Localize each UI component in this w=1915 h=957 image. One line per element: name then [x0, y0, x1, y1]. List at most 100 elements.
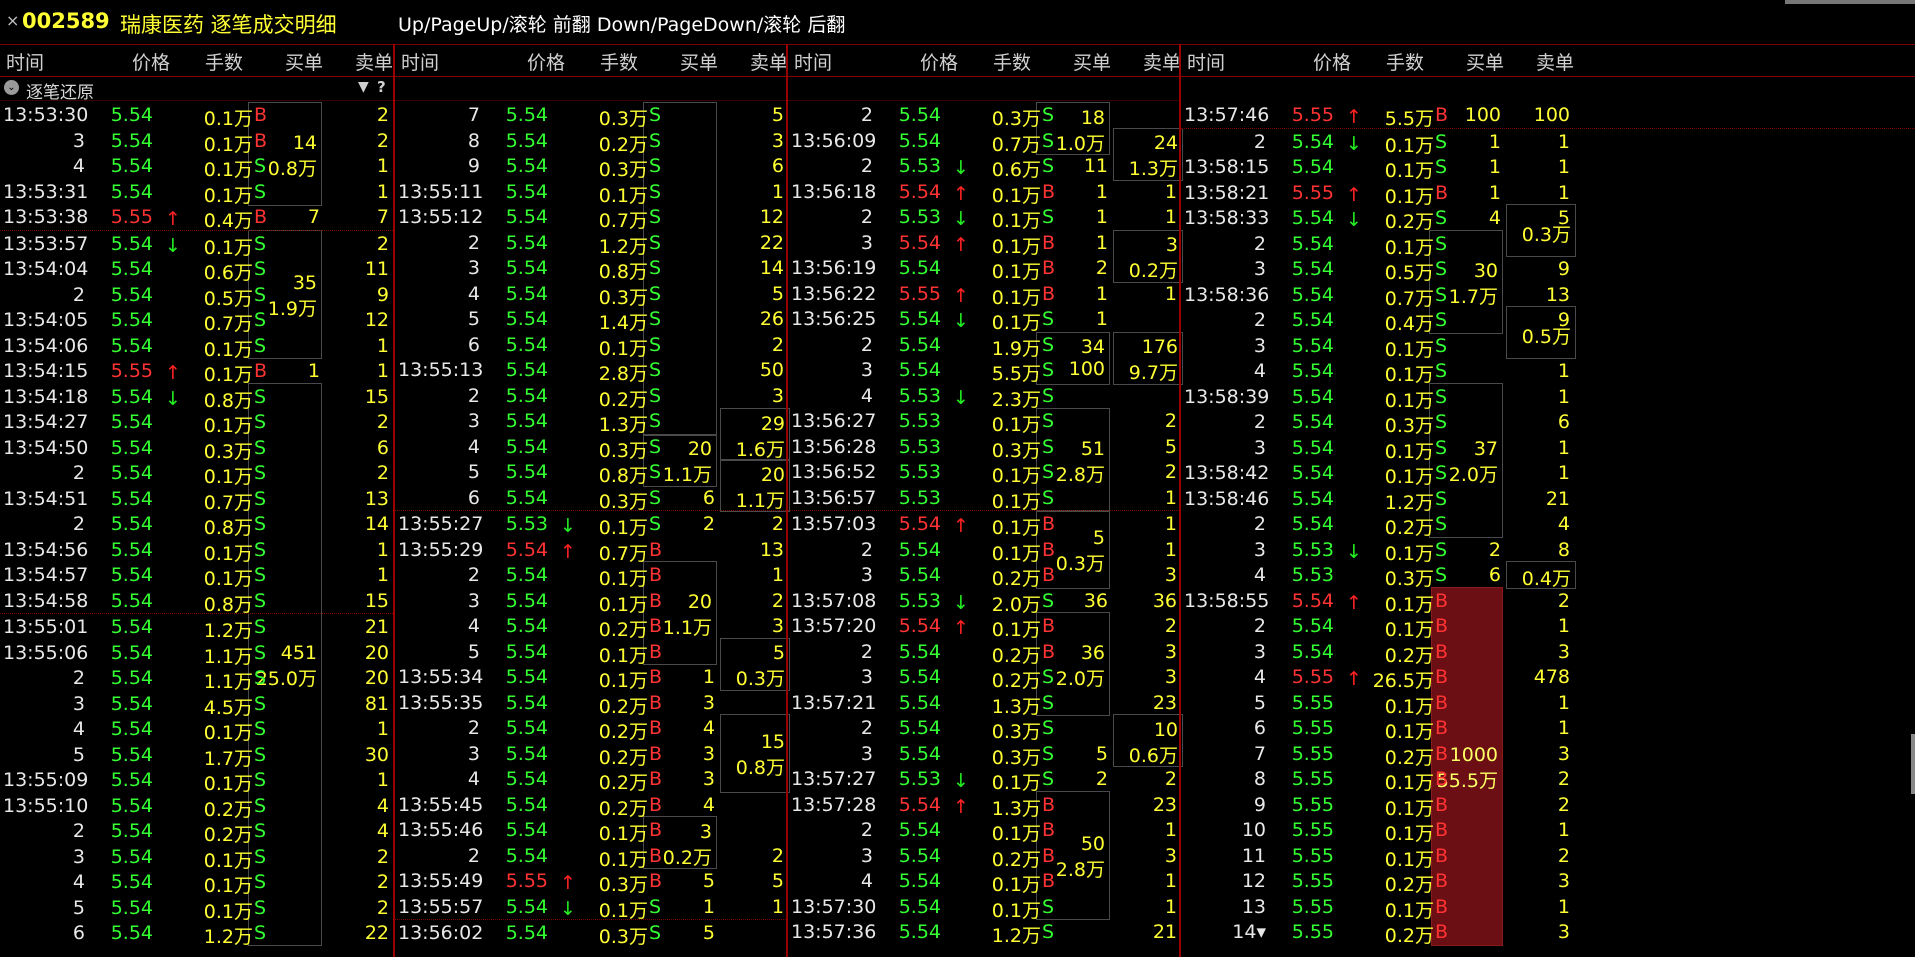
table-row[interactable]: 13:55:49 5.55 ↑ 0.3万 B 5 5: [395, 868, 788, 896]
table-row[interactable]: 4 5.54 0.1万 S 2: [0, 869, 393, 897]
table-row[interactable]: 3 5.54 0.1万 S: [1181, 333, 1915, 361]
table-row[interactable]: 13:58:15 5.54 0.1万 S 1 1: [1181, 154, 1915, 182]
table-row[interactable]: 10 5.55 0.1万 B 1: [1181, 817, 1915, 845]
table-row[interactable]: 2 5.54 0.2万 S 3: [395, 383, 788, 411]
table-row[interactable]: 13:55:35 5.54 0.2万 B 3: [395, 690, 788, 718]
table-row[interactable]: 13:54:56 5.54 0.1万 S 1: [0, 537, 393, 565]
table-row[interactable]: 2 5.54 0.1万 S 2: [0, 460, 393, 488]
table-row[interactable]: 13:54:58 5.54 0.8万 S 15: [0, 588, 393, 616]
table-row[interactable]: 4 5.54 0.1万 S 1: [1181, 358, 1915, 386]
table-row[interactable]: 13:56:09 5.54 0.7万 S: [788, 128, 1181, 156]
close-icon[interactable]: ×: [6, 11, 19, 30]
column-header-buy-order[interactable]: 买单: [285, 48, 323, 75]
restore-toggle-label[interactable]: 逐笔还原: [26, 78, 94, 103]
table-row[interactable]: 8 5.54 0.2万 S 3: [395, 128, 788, 156]
table-row[interactable]: 4 5.53 0.3万 S 6: [1181, 562, 1915, 590]
table-row[interactable]: 13:57:28 5.54 ↑ 1.3万 B 23: [788, 792, 1181, 820]
table-row[interactable]: 2 5.54 0.1万 B 1: [1181, 613, 1915, 641]
table-row[interactable]: 4 5.54 0.1万 B 1: [788, 868, 1181, 896]
table-row[interactable]: 13:58:55 5.54 ↑ 0.1万 B 2: [1181, 588, 1915, 616]
column-header-time[interactable]: 时间: [794, 48, 832, 75]
table-row[interactable]: 13:54:04 5.54 0.6万 S 11: [0, 256, 393, 284]
table-row[interactable]: 2 5.54 0.4万 S 9: [1181, 307, 1915, 335]
table-row[interactable]: 7 5.55 0.2万 B 3: [1181, 741, 1915, 769]
table-row[interactable]: 3 5.54 0.8万 S 14: [395, 255, 788, 283]
table-row[interactable]: 13:55:11 5.54 0.1万 S 1: [395, 179, 788, 207]
table-row[interactable]: 6 5.55 0.1万 B 1: [1181, 715, 1915, 743]
table-row[interactable]: 13:53:31 5.54 0.1万 S 1: [0, 179, 393, 207]
table-row[interactable]: 13:56:22 5.55 ↑ 0.1万 B 1 1: [788, 281, 1181, 309]
chevron-down-icon[interactable]: ⌄: [4, 80, 19, 95]
table-row[interactable]: 2 5.54 0.8万 S 14: [0, 511, 393, 539]
column-header-buy-order[interactable]: 买单: [680, 48, 718, 75]
table-row[interactable]: 7 5.54 0.3万 S 5: [395, 102, 788, 130]
table-row[interactable]: 13:57:30 5.54 0.1万 S 1: [788, 894, 1181, 922]
table-row[interactable]: 2 5.54 0.1万 S: [1181, 231, 1915, 259]
column-header-volume[interactable]: 手数: [993, 48, 1031, 75]
table-row[interactable]: 13:55:29 5.54 ↑ 0.7万 B 13: [395, 537, 788, 565]
table-row[interactable]: 13:57:21 5.54 1.3万 S 23: [788, 690, 1181, 718]
column-header-price[interactable]: 价格: [527, 48, 565, 75]
column-header-price[interactable]: 价格: [1313, 48, 1351, 75]
table-row[interactable]: 11 5.55 0.1万 B 2: [1181, 843, 1915, 871]
table-row[interactable]: 4 5.54 0.3万 S: [395, 434, 788, 462]
table-row[interactable]: 13:57:27 5.53 ↓ 0.1万 S 2 2: [788, 766, 1181, 794]
table-row[interactable]: 3 5.54 0.1万 S 2: [0, 844, 393, 872]
table-row[interactable]: 3 5.54 ↑ 0.1万 B 1: [788, 230, 1181, 258]
table-row[interactable]: 13:55:34 5.54 0.1万 B 1: [395, 664, 788, 692]
column-header-sell-order[interactable]: 卖单: [750, 48, 788, 75]
table-row[interactable]: 4 5.54 0.1万 S 1: [0, 153, 393, 181]
table-row[interactable]: 12 5.55 0.2万 B 3: [1181, 868, 1915, 896]
table-row[interactable]: 13:53:57 5.54 ↓ 0.1万 S 2: [0, 229, 393, 259]
table-row[interactable]: 13:58:36 5.54 0.7万 S 13: [1181, 282, 1915, 310]
table-row[interactable]: 9 5.55 0.1万 B 2: [1181, 792, 1915, 820]
table-row[interactable]: 13:56:52 5.53 0.1万 S 2: [788, 459, 1181, 487]
table-row[interactable]: 2 5.54 0.2万 S 4: [0, 818, 393, 846]
table-row[interactable]: 13:54:57 5.54 0.1万 S 1: [0, 562, 393, 590]
table-row[interactable]: 13:58:42 5.54 0.1万 S 1: [1181, 460, 1915, 488]
column-header-time[interactable]: 时间: [6, 48, 44, 75]
column-header-time[interactable]: 时间: [401, 48, 439, 75]
table-row[interactable]: 3 5.54 1.3万 S: [395, 408, 788, 436]
table-row[interactable]: 5 5.54 1.7万 S 30: [0, 742, 393, 770]
table-row[interactable]: 13:58:39 5.54 0.1万 S 1: [1181, 384, 1915, 412]
column-header-sell-order[interactable]: 卖单: [355, 48, 393, 75]
table-row[interactable]: 2 5.54 1.9万 S: [788, 332, 1181, 360]
table-row[interactable]: 5 5.54 0.1万 S 2: [0, 895, 393, 923]
table-row[interactable]: 13:55:12 5.54 0.7万 S 12: [395, 204, 788, 232]
table-row[interactable]: 3 5.54 0.5万 S 9: [1181, 256, 1915, 284]
table-row[interactable]: 13:55:10 5.54 0.2万 S 4: [0, 793, 393, 821]
table-row[interactable]: 2 5.54 0.1万 B 2: [395, 843, 788, 871]
table-row[interactable]: 13:55:46 5.54 0.1万 B: [395, 817, 788, 845]
table-row[interactable]: 13:54:27 5.54 0.1万 S 2: [0, 409, 393, 437]
table-row[interactable]: 13 5.55 0.1万 B 1: [1181, 894, 1915, 922]
table-row[interactable]: 4 5.55 ↑ 26.5万 B 478: [1181, 664, 1915, 692]
table-row[interactable]: 3 5.54 0.2万 S 3: [788, 664, 1181, 692]
table-row[interactable]: 13:57:20 5.54 ↑ 0.1万 B 2: [788, 613, 1181, 641]
column-header-volume[interactable]: 手数: [600, 48, 638, 75]
table-row[interactable]: 13:53:38 5.55 ↑ 0.4万 B 7 7: [0, 204, 393, 232]
column-header-buy-order[interactable]: 买单: [1073, 48, 1111, 75]
table-row[interactable]: 2 5.54 0.1万 B 1: [395, 562, 788, 590]
table-row[interactable]: 6 5.54 1.2万 S 22: [0, 920, 393, 948]
table-row[interactable]: 13:55:57 5.54 ↓ 0.1万 S 1 1: [395, 894, 788, 922]
table-row[interactable]: 2 5.54 1.1万 S 20: [0, 665, 393, 693]
table-row[interactable]: 2 5.54 1.2万 S 22: [395, 230, 788, 258]
table-row[interactable]: 3 5.54 0.2万 B 3: [1181, 639, 1915, 667]
table-row[interactable]: 3 5.54 4.5万 S 81: [0, 691, 393, 719]
table-row[interactable]: 4 5.54 0.1万 S 1: [0, 716, 393, 744]
table-row[interactable]: 3 5.54 0.2万 B 3: [395, 741, 788, 769]
table-row[interactable]: 3 5.54 0.1万 B 2: [395, 588, 788, 616]
table-row[interactable]: 3 5.54 0.2万 B 3: [788, 562, 1181, 590]
table-row[interactable]: 13:54:50 5.54 0.3万 S 6: [0, 435, 393, 463]
table-row[interactable]: 13:54:51 5.54 0.7万 S 13: [0, 486, 393, 514]
column-header-sell-order[interactable]: 卖单: [1536, 48, 1574, 75]
table-row[interactable]: 13:56:18 5.54 ↑ 0.1万 B 1 1: [788, 179, 1181, 207]
table-row[interactable]: 13:56:28 5.53 0.3万 S 5: [788, 434, 1181, 462]
table-row[interactable]: 13:56:02 5.54 0.3万 S 5: [395, 919, 788, 948]
table-row[interactable]: 13:54:05 5.54 0.7万 S 12: [0, 307, 393, 335]
table-row[interactable]: 6 5.54 0.3万 S 6: [395, 485, 788, 513]
table-row[interactable]: 8 5.55 0.1万 B 2: [1181, 766, 1915, 794]
table-row[interactable]: 9 5.54 0.3万 S 6: [395, 153, 788, 181]
table-row[interactable]: 2 5.54 0.3万 S: [788, 715, 1181, 743]
